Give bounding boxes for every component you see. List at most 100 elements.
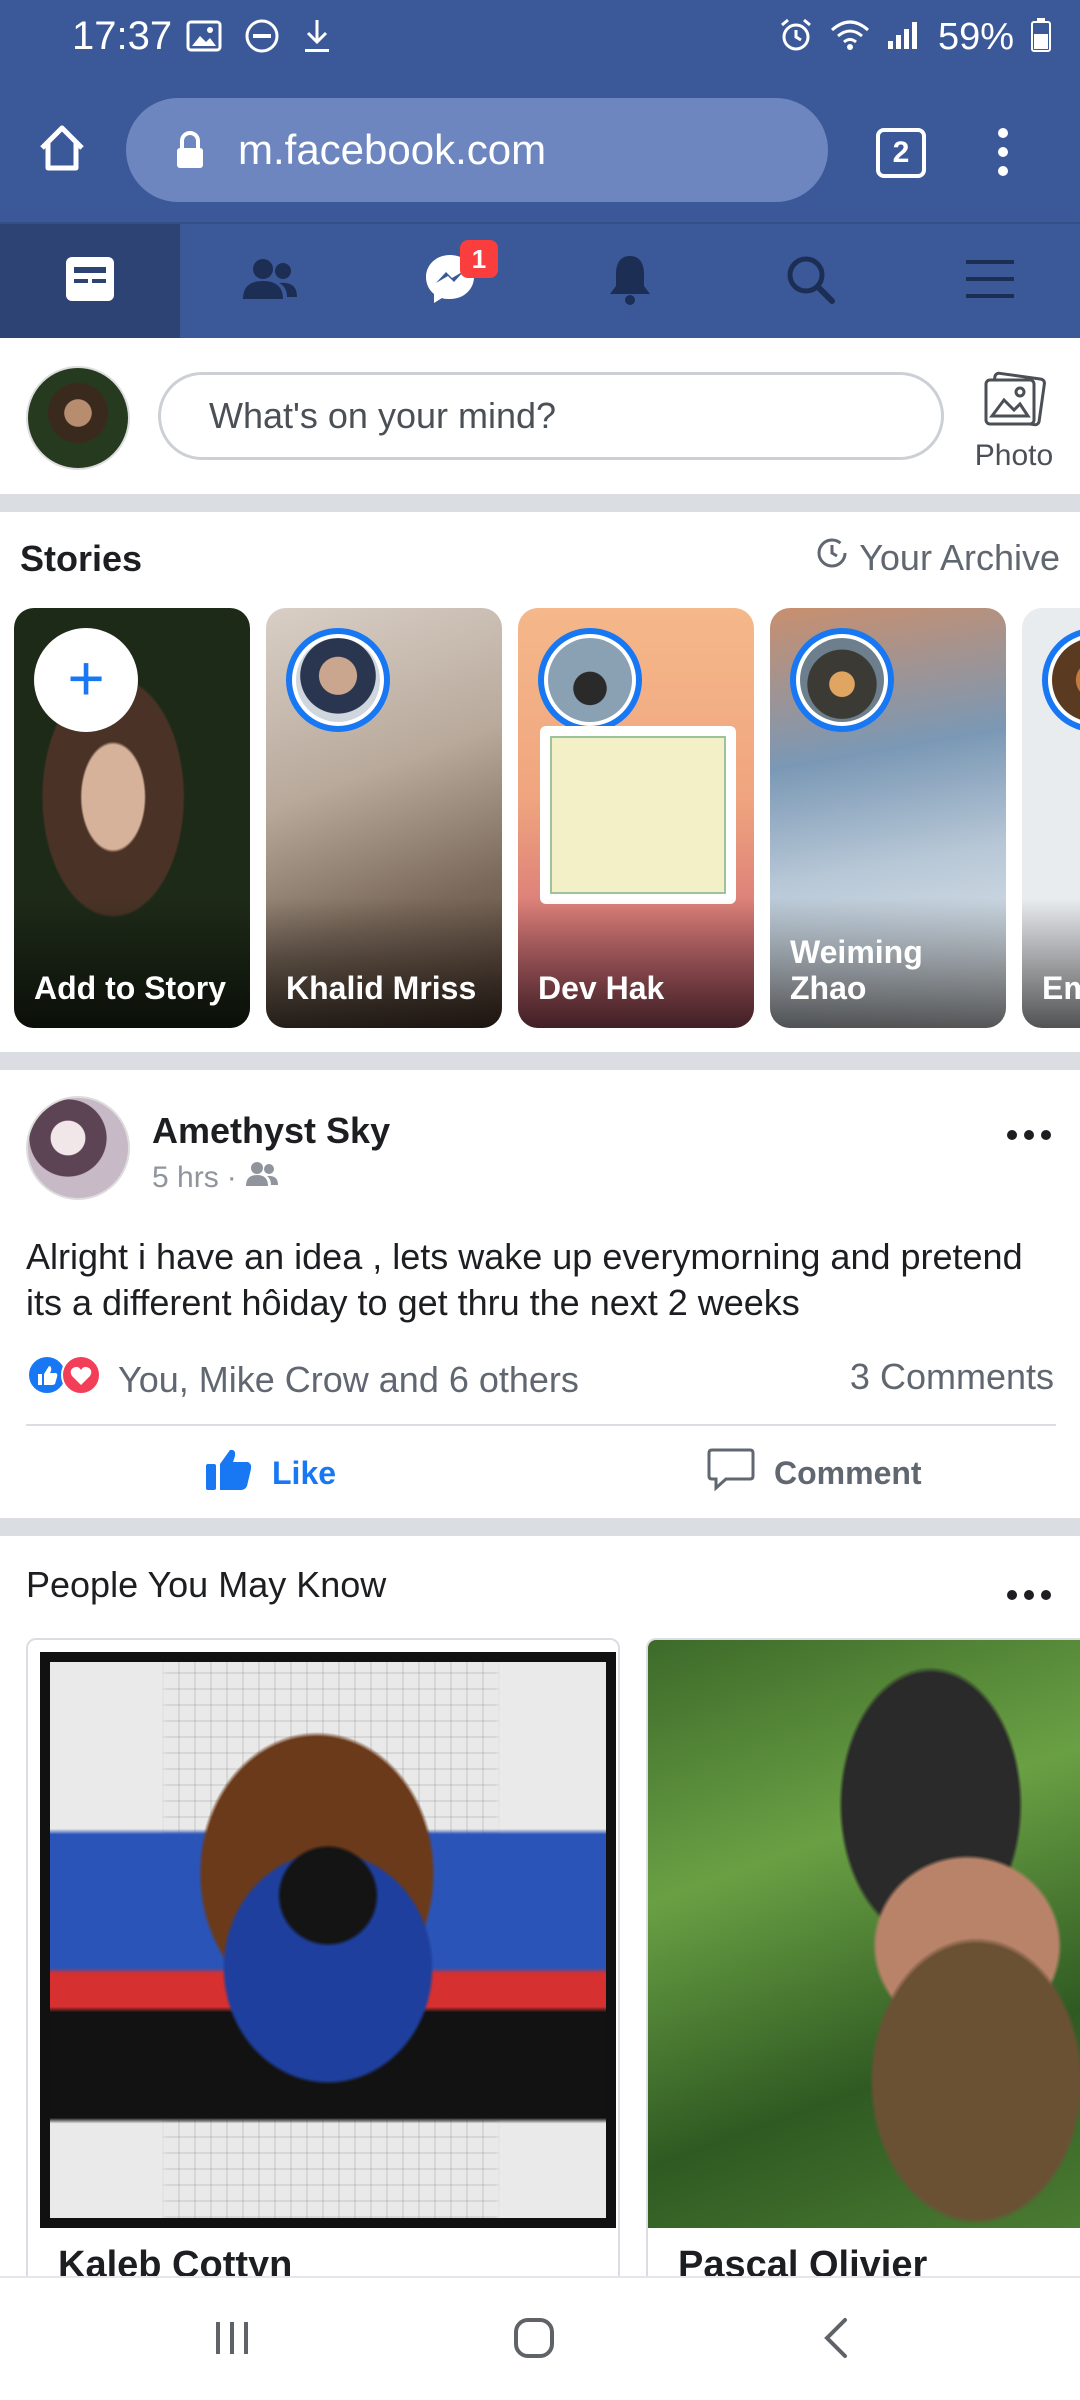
back-button[interactable] bbox=[736, 2278, 936, 2400]
like-button[interactable]: Like bbox=[204, 1446, 336, 1500]
messenger-badge: 1 bbox=[460, 240, 498, 278]
stories-section: Stories Your Archive + Add to Story Khal… bbox=[0, 512, 1080, 1052]
download-icon bbox=[302, 18, 332, 59]
battery-icon bbox=[1030, 17, 1052, 58]
url-text: m.facebook.com bbox=[238, 126, 547, 173]
comment-label: Comment bbox=[774, 1454, 922, 1491]
person-name[interactable]: Pascal Olivier bbox=[678, 2244, 927, 2276]
post-author-name[interactable]: Amethyst Sky bbox=[152, 1110, 390, 1152]
story-avatar bbox=[296, 638, 380, 722]
section-divider bbox=[0, 1518, 1080, 1536]
section-divider bbox=[0, 494, 1080, 512]
pymk-title: People You May Know bbox=[26, 1564, 387, 1605]
story-card[interactable]: Dev Hak bbox=[518, 608, 754, 1028]
avatar[interactable] bbox=[26, 366, 130, 470]
reactions-summary[interactable]: You, Mike Crow and 6 others bbox=[26, 1354, 579, 1405]
photo-button[interactable]: Photo bbox=[968, 370, 1060, 473]
post-options-icon[interactable] bbox=[1006, 1128, 1052, 1146]
story-card[interactable]: Weiming Zhao bbox=[770, 608, 1006, 1028]
gallery-icon bbox=[186, 20, 222, 57]
story-shade bbox=[14, 898, 250, 1028]
person-name[interactable]: Kaleb Cottyn bbox=[58, 2244, 292, 2276]
story-name: Khalid Mriss bbox=[286, 970, 477, 1006]
comment-bubble-icon bbox=[706, 1446, 756, 1500]
wifi-icon bbox=[830, 18, 870, 57]
photo-icon bbox=[982, 371, 1046, 432]
status-composer: What's on your mind? Photo bbox=[0, 338, 1080, 494]
recent-apps-icon bbox=[212, 2318, 252, 2363]
news-feed-icon bbox=[64, 255, 116, 308]
tab-friends[interactable] bbox=[180, 224, 360, 338]
story-avatar-ring bbox=[790, 628, 894, 732]
photo-label: Photo bbox=[974, 439, 1054, 472]
tab-messenger[interactable]: 1 bbox=[360, 224, 540, 338]
tab-switcher-button[interactable]: 2 bbox=[876, 128, 926, 178]
person-card[interactable]: Pascal Olivier bbox=[646, 1638, 1080, 2276]
archive-label: Your Archive bbox=[859, 536, 1060, 578]
story-text-block bbox=[550, 736, 726, 894]
bell-icon bbox=[606, 252, 654, 311]
status-right-icons: 59% bbox=[778, 16, 1052, 59]
friends-icon bbox=[241, 257, 299, 306]
story-name: Weiming Zhao bbox=[790, 934, 923, 1006]
facebook-top-nav: 1 bbox=[0, 222, 1080, 338]
story-card[interactable]: Em Co bbox=[1022, 608, 1080, 1028]
story-shade bbox=[1022, 898, 1080, 1028]
story-name: Add to Story bbox=[34, 970, 226, 1006]
person-photo bbox=[40, 1652, 616, 2228]
home-circle-icon bbox=[512, 2316, 556, 2365]
lego-mosaic-image bbox=[50, 1662, 606, 2218]
story-card[interactable]: Khalid Mriss bbox=[266, 608, 502, 1028]
signal-icon bbox=[886, 19, 922, 56]
home-icon[interactable] bbox=[36, 122, 88, 179]
back-chevron-icon bbox=[821, 2316, 851, 2365]
post-text: Alright i have an idea , lets wake up ev… bbox=[26, 1236, 1023, 1323]
android-navigation-bar bbox=[0, 2276, 1080, 2400]
pymk-options-icon[interactable] bbox=[1006, 1588, 1052, 1606]
status-bar: 17:37 59% bbox=[0, 0, 1080, 78]
post-author-avatar[interactable] bbox=[26, 1096, 130, 1200]
story-avatar-ring bbox=[538, 628, 642, 732]
browser-toolbar: m.facebook.com 2 bbox=[0, 78, 1080, 222]
feed-post: Amethyst Sky 5 hrs · Alright i have an i… bbox=[0, 1070, 1080, 1518]
post-time[interactable]: 5 hrs bbox=[152, 1161, 219, 1195]
reactions-text: You, Mike Crow and 6 others bbox=[118, 1358, 579, 1400]
status-left-icons bbox=[186, 18, 332, 59]
your-archive-link[interactable]: Your Archive bbox=[815, 536, 1060, 579]
story-card-add[interactable]: + Add to Story bbox=[14, 608, 250, 1028]
status-input[interactable]: What's on your mind? bbox=[158, 372, 944, 460]
battery-percent: 59% bbox=[937, 16, 1014, 58]
stories-title: Stories bbox=[20, 538, 143, 579]
person-photo bbox=[648, 1640, 1080, 2228]
tab-menu[interactable] bbox=[900, 224, 1080, 338]
status-time: 17:37 bbox=[72, 14, 173, 58]
thumbs-up-icon bbox=[204, 1446, 254, 1500]
home-button[interactable] bbox=[434, 2278, 634, 2400]
address-bar[interactable]: m.facebook.com bbox=[126, 98, 828, 202]
add-story-plus-icon: + bbox=[34, 628, 138, 732]
story-avatar bbox=[1052, 638, 1080, 722]
story-avatar-ring bbox=[286, 628, 390, 732]
comment-button[interactable]: Comment bbox=[706, 1446, 922, 1500]
do-not-disturb-icon bbox=[244, 18, 280, 59]
post-meta: 5 hrs · bbox=[152, 1160, 279, 1196]
search-icon bbox=[784, 253, 836, 310]
browser-menu-icon[interactable] bbox=[996, 126, 1010, 183]
lock-icon bbox=[174, 130, 206, 175]
comments-count[interactable]: 3 Comments bbox=[850, 1356, 1054, 1398]
story-avatar bbox=[548, 638, 632, 722]
person-card[interactable]: Kaleb Cottyn bbox=[26, 1638, 620, 2276]
section-divider bbox=[0, 1052, 1080, 1070]
tab-notifications[interactable] bbox=[540, 224, 720, 338]
recent-apps-button[interactable] bbox=[132, 2278, 332, 2400]
story-shade bbox=[518, 898, 754, 1028]
love-reaction-icon bbox=[60, 1354, 102, 1405]
story-name: Em Co bbox=[1042, 970, 1080, 1006]
meta-separator: · bbox=[226, 1161, 237, 1194]
tab-search[interactable] bbox=[720, 224, 900, 338]
hamburger-icon bbox=[964, 258, 1016, 305]
tab-news-feed[interactable] bbox=[0, 224, 180, 338]
friends-audience-icon bbox=[245, 1160, 279, 1196]
story-avatar bbox=[800, 638, 884, 722]
people-you-may-know: People You May Know Kaleb Cottyn Pascal … bbox=[0, 1536, 1080, 2276]
